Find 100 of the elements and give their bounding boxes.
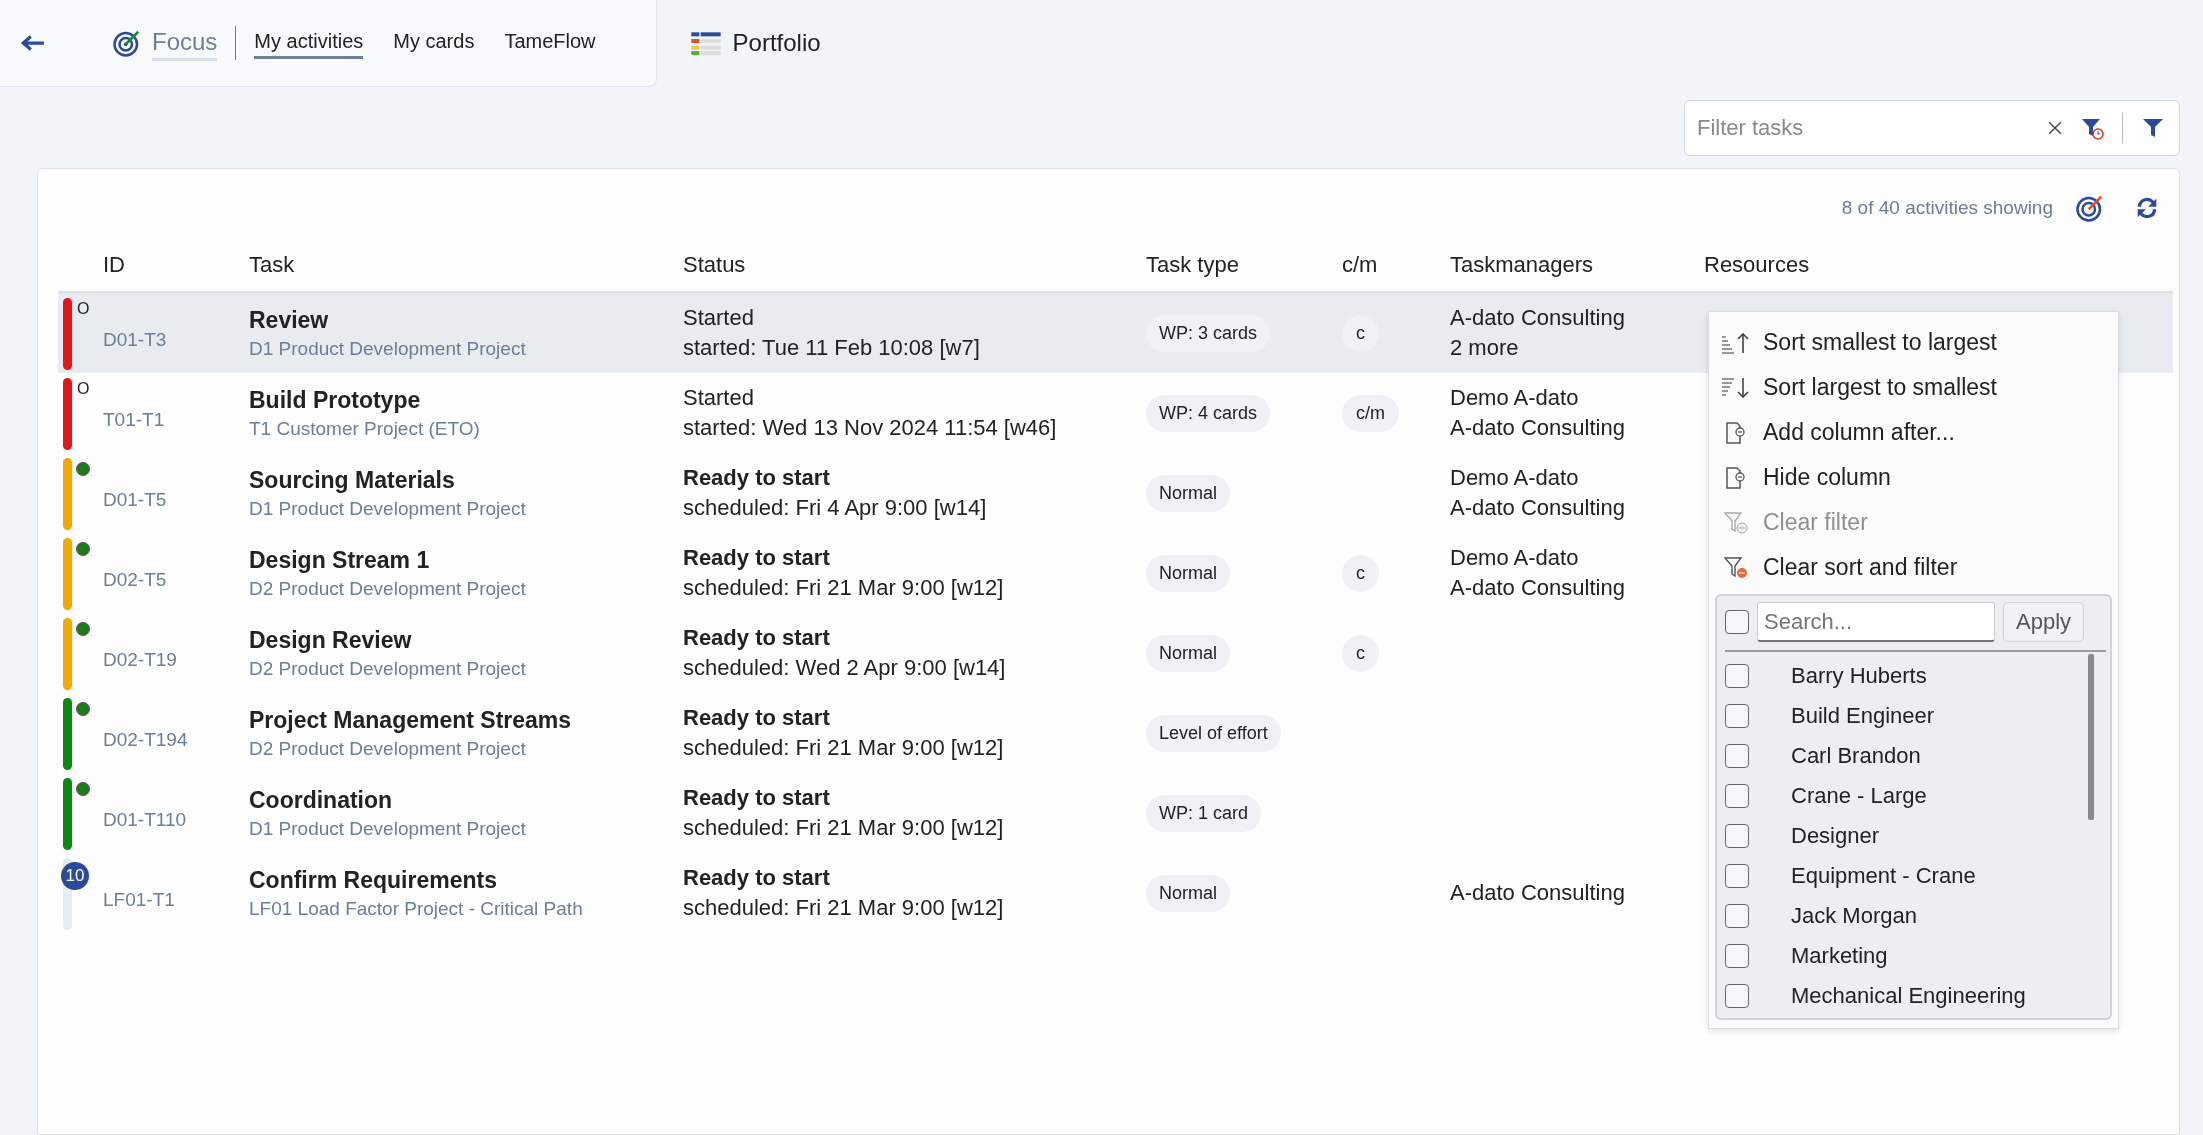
column-header[interactable]: Taskmanagers	[1450, 252, 1704, 278]
nav-tab[interactable]: My activities	[254, 26, 364, 59]
column-header[interactable]: Resources	[1704, 252, 2173, 278]
checkbox[interactable]	[1725, 864, 1749, 888]
nav-tab[interactable]: My cards	[393, 26, 475, 59]
status-date: scheduled: Fri 21 Mar 9:00 [w12]	[683, 575, 1004, 601]
task-title[interactable]: Coordination	[249, 786, 393, 814]
nav-tab[interactable]: TameFlow	[504, 26, 596, 59]
task-id: D01-T3	[103, 328, 168, 351]
taskmanager-name: A-dato Consulting	[1450, 305, 1625, 331]
task-title[interactable]: Build Prototype	[249, 386, 421, 414]
project-name: T1 Customer Project (ETO)	[249, 417, 480, 440]
status-date: scheduled: Fri 21 Mar 9:00 [w12]	[683, 815, 1004, 841]
project-name: D1 Product Development Project	[249, 817, 526, 840]
status-date: started: Tue 11 Feb 10:08 [w7]	[683, 335, 980, 361]
taskmanager-name: A-dato Consulting	[1450, 495, 1625, 521]
back-arrow-icon[interactable]	[20, 33, 46, 52]
option-label[interactable]: Carl Brandon	[1791, 743, 1921, 769]
checkbox[interactable]	[1725, 904, 1749, 928]
filter-clock-icon[interactable]	[2080, 116, 2104, 140]
filter-field[interactable]: Filter tasks	[1684, 100, 2180, 156]
status-text: Ready to start	[683, 625, 830, 651]
scrollbar-thumb[interactable]	[2088, 654, 2094, 820]
status-dot	[76, 702, 90, 716]
count-badge: 10	[61, 862, 89, 890]
option-label[interactable]: Equipment - Crane	[1791, 863, 1976, 889]
project-name: D2 Product Development Project	[249, 577, 526, 600]
menu-item[interactable]: Add column after...	[1715, 410, 2112, 455]
menu-item[interactable]: Sort smallest to largest	[1715, 320, 2112, 365]
task-id: D02-T194	[103, 728, 189, 751]
option-label[interactable]: Designer	[1791, 823, 1880, 849]
menu-item[interactable]: Hide column	[1715, 455, 2112, 500]
search-field[interactable]: Search...	[1757, 602, 1995, 642]
status-text: Started	[683, 385, 754, 411]
task-title[interactable]: Design Stream 1	[249, 546, 430, 574]
marker-letter: O	[77, 300, 90, 318]
filter-minus-icon	[1721, 510, 1751, 535]
option-label[interactable]: Build Engineer	[1791, 703, 1935, 729]
task-type-tag: WP: 1 card	[1146, 794, 1262, 832]
taskmanager-name: Demo A-dato	[1450, 465, 1579, 491]
filter-input[interactable]: Filter tasks	[1695, 114, 2030, 142]
column-header[interactable]: c/m	[1342, 252, 1450, 278]
checkbox[interactable]	[1725, 664, 1749, 688]
filter-icon[interactable]	[2141, 116, 2165, 140]
taskmanager-name: A-dato Consulting	[1450, 880, 1625, 906]
status-date: started: Wed 13 Nov 2024 11:54 [w46]	[683, 415, 1057, 441]
column-header[interactable]: Task type	[1146, 252, 1342, 278]
option-label[interactable]: Barry Huberts	[1791, 663, 1927, 689]
task-type-tag: Normal	[1146, 634, 1230, 672]
portfolio-list-icon	[690, 31, 721, 55]
task-title[interactable]: Project Management Streams	[249, 706, 572, 734]
task-id: D01-T110	[103, 808, 188, 831]
status-text: Ready to start	[683, 785, 830, 811]
portfolio-link[interactable]: Portfolio	[732, 29, 821, 57]
project-name: D2 Product Development Project	[249, 657, 526, 680]
status-text: Ready to start	[683, 465, 830, 491]
column-header[interactable]: ID	[103, 252, 249, 278]
checkbox[interactable]	[1725, 784, 1749, 808]
column-header[interactable]: Status	[683, 252, 1146, 278]
clear-icon[interactable]	[2048, 121, 2062, 135]
column-header[interactable]: Task	[249, 252, 683, 278]
project-name: LF01 Load Factor Project - Critical Path	[249, 897, 583, 920]
checkbox[interactable]	[1725, 744, 1749, 768]
cm-tag: c/m	[1342, 394, 1399, 432]
option-label[interactable]: Marketing	[1791, 943, 1888, 969]
task-type-tag: Normal	[1146, 474, 1230, 512]
task-type-tag: Normal	[1146, 554, 1230, 592]
option-label[interactable]: Jack Morgan	[1791, 903, 1917, 929]
task-title[interactable]: Design Review	[249, 626, 412, 654]
menu-item[interactable]: Clear sort and filter	[1715, 545, 2112, 590]
project-name: D2 Product Development Project	[249, 737, 526, 760]
cm-tag: c	[1342, 554, 1379, 592]
checkbox[interactable]	[1725, 824, 1749, 848]
task-id: LF01-T1	[103, 888, 176, 911]
option-label[interactable]: Crane - Large	[1791, 783, 1927, 809]
select-all-checkbox[interactable]	[1725, 610, 1749, 634]
cm-tag: c	[1342, 314, 1379, 352]
status-text: Ready to start	[683, 705, 830, 731]
checkbox[interactable]	[1725, 944, 1749, 968]
task-id: T01-T1	[103, 408, 166, 431]
project-name: D1 Product Development Project	[249, 337, 526, 360]
status-dot	[76, 622, 90, 636]
apply-button[interactable]: Apply	[2003, 602, 2085, 642]
marker-letter: O	[77, 380, 90, 398]
task-id: D01-T5	[103, 488, 168, 511]
task-title[interactable]: Review	[249, 306, 329, 334]
status-date: scheduled: Fri 21 Mar 9:00 [w12]	[683, 735, 1004, 761]
cm-tag: c	[1342, 634, 1379, 672]
status-dot	[76, 462, 90, 476]
target-icon[interactable]	[2075, 193, 2105, 223]
status-text: Ready to start	[683, 865, 830, 891]
checkbox[interactable]	[1725, 704, 1749, 728]
status-date: scheduled: Fri 4 Apr 9:00 [w14]	[683, 495, 987, 521]
task-title[interactable]: Sourcing Materials	[249, 466, 455, 494]
task-type-tag: WP: 4 cards	[1146, 394, 1271, 432]
taskmanager-name: A-dato Consulting	[1450, 575, 1625, 601]
task-title[interactable]: Confirm Requirements	[249, 866, 497, 894]
option-label[interactable]: Mechanical Engineering	[1791, 983, 2026, 1009]
checkbox[interactable]	[1725, 984, 1749, 1008]
focus-link[interactable]: Focus	[152, 24, 218, 61]
